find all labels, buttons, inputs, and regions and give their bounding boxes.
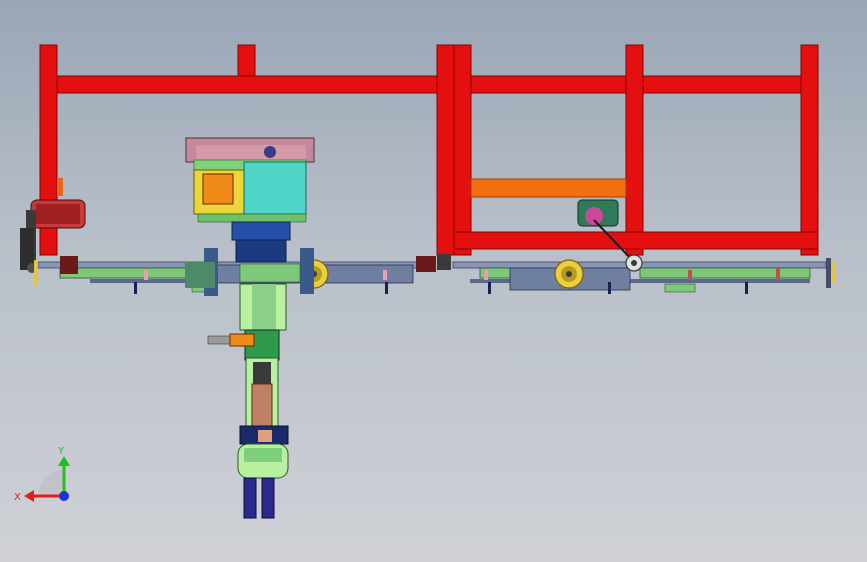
center-carriage: [185, 137, 315, 296]
z-axis-dot: [59, 491, 69, 501]
red-gantry-frame: [39, 44, 819, 256]
linear-rail-system: [34, 254, 835, 294]
x-axis-label: X: [14, 492, 21, 503]
triad-plane-icon: [38, 470, 64, 496]
cad-viewport[interactable]: Y X: [0, 0, 867, 562]
vertical-arm: [207, 283, 289, 519]
orange-beam: [470, 178, 627, 198]
axis-triad: Y X: [14, 446, 70, 503]
y-axis-label: Y: [57, 446, 65, 457]
pulley-right: [554, 259, 584, 289]
assembly-drawing: Y X: [14, 44, 835, 519]
